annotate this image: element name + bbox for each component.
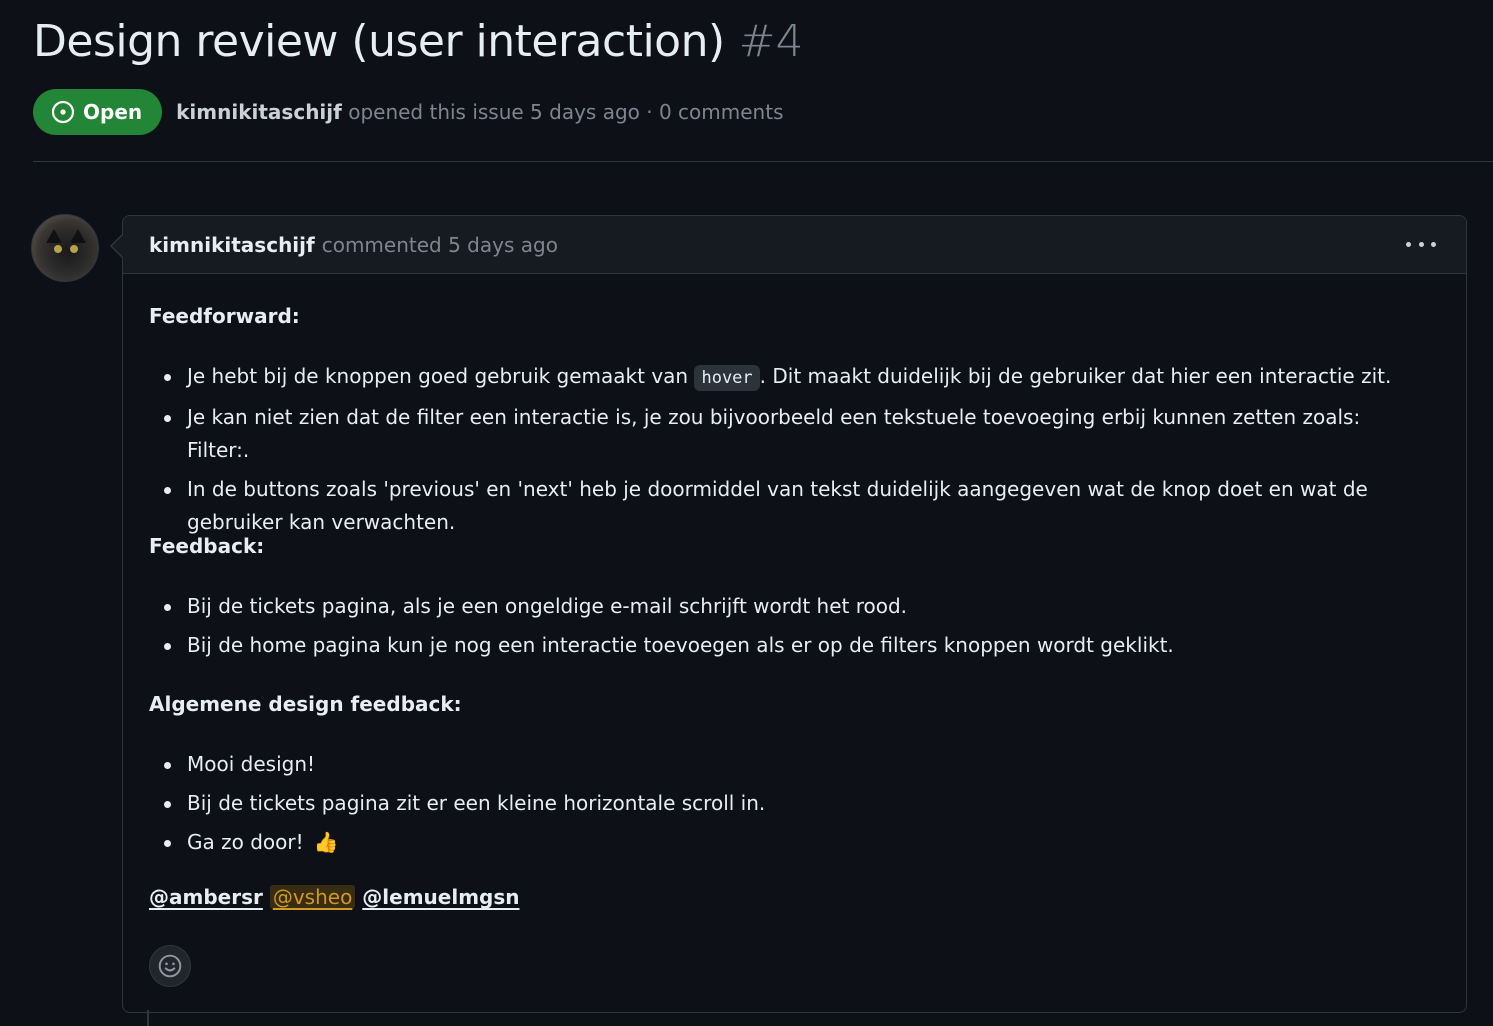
list-item-text: . Dit maakt duidelijk bij de gebruiker d… [759, 364, 1392, 388]
avatar-eye [54, 245, 62, 253]
list-item-text: Bij de tickets pagina, als je een ongeld… [187, 594, 908, 618]
add-reaction-button[interactable] [149, 945, 191, 987]
list-item-text: Bij de tickets pagina zit er een kleine … [187, 791, 766, 815]
list-item: Ga zo door! 👍 [149, 826, 1426, 859]
kebab-horizontal-icon[interactable] [1406, 234, 1436, 254]
feedforward-list: Je hebt bij de knoppen goed gebruik gema… [149, 360, 1426, 539]
issue-title: Design review (user interaction) [33, 16, 725, 67]
list-item: Je hebt bij de knoppen goed gebruik gema… [149, 360, 1426, 395]
list-item: Mooi design! [149, 748, 1426, 781]
issue-title-row: Design review (user interaction) #4 [33, 16, 1493, 67]
timeline-line [147, 1010, 149, 1026]
mention-link-self[interactable]: @vsheo [269, 885, 356, 909]
general-feedback-list: Mooi design! Bij de tickets pagina zit e… [149, 748, 1426, 859]
section-heading-feedback: Feedback: [149, 534, 265, 558]
mention-link[interactable]: @ambersr [149, 885, 263, 909]
comment-pointer-fill [112, 234, 124, 258]
mention-link[interactable]: @lemuelmgsn [362, 885, 519, 909]
issue-meta: Open kimnikitaschijf opened this issue 5… [33, 89, 783, 135]
feedback-list: Bij de tickets pagina, als je een ongeld… [149, 590, 1426, 662]
list-item-text: In de buttons zoals 'previous' en 'next'… [187, 477, 1368, 534]
list-item-text: Mooi design! [187, 752, 316, 776]
comment-timestamp[interactable]: commented 5 days ago [322, 233, 558, 257]
avatar[interactable] [31, 214, 99, 282]
list-item: Je kan niet zien dat de filter een inter… [149, 401, 1426, 467]
list-item-text: Je hebt bij de knoppen goed gebruik gema… [187, 364, 695, 388]
header-divider [33, 161, 1493, 162]
state-badge: Open [33, 89, 163, 135]
section-heading-general: Algemene design feedback: [149, 692, 462, 716]
avatar-eye [70, 245, 78, 253]
kebab-dot [1406, 241, 1411, 247]
issue-author-link[interactable]: kimnikitaschijf [176, 100, 342, 124]
comment-box: kimnikitaschijf commented 5 days ago Fee… [122, 215, 1467, 1013]
list-item: Bij de tickets pagina zit er een kleine … [149, 787, 1426, 820]
thumbs-up-icon: 👍 [313, 830, 339, 854]
list-item: Bij de home pagina kun je nog een intera… [149, 629, 1426, 662]
comment-header: kimnikitaschijf commented 5 days ago [123, 216, 1466, 274]
list-item-text: Ga zo door! [187, 830, 304, 854]
issue-meta-text: kimnikitaschijf opened this issue 5 days… [176, 100, 783, 124]
comment-author-link[interactable]: kimnikitaschijf [149, 233, 315, 257]
issue-number: #4 [738, 16, 804, 67]
list-item: In de buttons zoals 'previous' en 'next'… [149, 473, 1426, 539]
mentions: @ambersr @vsheo @lemuelmgsn [149, 885, 520, 909]
issue-opened-icon [51, 100, 75, 124]
avatar-ear [46, 229, 62, 243]
inline-code: hover [694, 365, 760, 391]
list-item: Bij de tickets pagina, als je een ongeld… [149, 590, 1426, 623]
list-item-text: Je kan niet zien dat de filter een inter… [187, 405, 1361, 462]
smiley-icon [158, 954, 182, 978]
list-item-text: Bij de home pagina kun je nog een intera… [187, 633, 1174, 657]
state-label: Open [83, 100, 143, 124]
avatar-ear [70, 229, 86, 243]
kebab-dot [1418, 241, 1424, 247]
issue-page: Design review (user interaction) #4 Open… [0, 0, 1493, 1026]
kebab-dot [1431, 241, 1436, 247]
issue-meta-suffix: opened this issue 5 days ago · 0 comment… [341, 100, 784, 124]
section-heading-feedforward: Feedforward: [149, 304, 300, 328]
issue-header: Design review (user interaction) #4 [33, 16, 1493, 67]
